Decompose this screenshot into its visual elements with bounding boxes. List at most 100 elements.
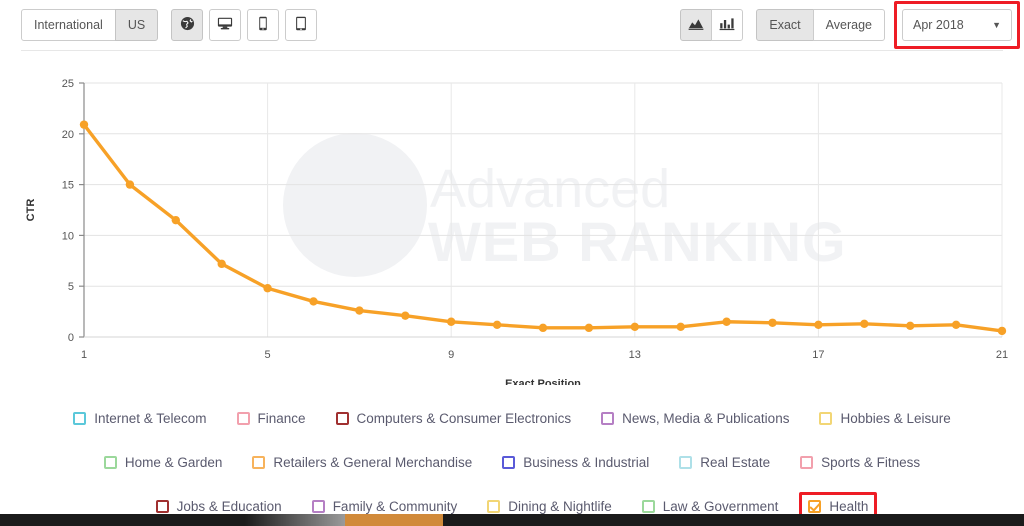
view-area-chart-button[interactable] <box>680 9 713 41</box>
device-all-button[interactable] <box>171 9 204 41</box>
legend-item-home-garden[interactable]: Home & Garden <box>100 452 227 473</box>
mode-button-group: Exact Average <box>756 9 885 41</box>
device-mobile-button[interactable] <box>247 9 280 41</box>
date-select-wrapper: Apr 2018 ▼ <box>894 1 1020 49</box>
legend-item-real-estate[interactable]: Real Estate <box>675 452 774 473</box>
x-axis-tick-label: 21 <box>996 349 1008 361</box>
legend-checkbox[interactable] <box>73 411 87 425</box>
legend-checkbox[interactable] <box>601 411 615 425</box>
legend-item-finance[interactable]: Finance <box>233 408 310 429</box>
chart-data-point[interactable] <box>217 259 226 269</box>
bottom-bar-progress-segment[interactable] <box>345 514 443 526</box>
date-select-value: Apr 2018 <box>913 18 964 32</box>
chart-data-point[interactable] <box>309 297 318 306</box>
legend-checkbox[interactable] <box>311 499 325 513</box>
mobile-icon <box>258 16 268 34</box>
device-button-group <box>171 9 318 41</box>
legend-checkbox[interactable] <box>679 455 693 469</box>
region-international-button[interactable]: International <box>21 9 116 41</box>
legend-item-sports-fitness[interactable]: Sports & Fitness <box>796 452 924 473</box>
tablet-icon <box>295 16 307 34</box>
legend-label: Home & Garden <box>124 454 223 470</box>
ctr-chart: Advanced WEB RANKING 0 5 10 15 20 25 CTR 1 5 9 13 17 2… <box>0 55 1024 385</box>
y-axis-tick-label: 25 <box>62 78 74 90</box>
toolbar-right-group: Exact Average Apr 2018 ▼ <box>680 1 1020 49</box>
date-select[interactable]: Apr 2018 ▼ <box>902 9 1012 41</box>
chart-data-point[interactable] <box>492 320 502 330</box>
chart-data-point[interactable] <box>263 284 272 293</box>
chart-data-point[interactable] <box>814 320 823 330</box>
mode-exact-button[interactable]: Exact <box>756 9 814 41</box>
chevron-down-icon: ▼ <box>992 20 1001 30</box>
region-us-button[interactable]: US <box>114 9 159 41</box>
chart-data-point[interactable] <box>951 320 961 330</box>
legend-checkbox-checked[interactable] <box>808 499 822 513</box>
legend-checkbox[interactable] <box>800 455 814 469</box>
legend-label: Law & Government <box>662 498 779 514</box>
x-axis-tick-label: 13 <box>629 349 641 361</box>
watermark: AdvancedWEB RANKING <box>283 133 847 277</box>
x-axis-tick-label: 17 <box>812 349 824 361</box>
legend-label: Sports & Fitness <box>821 454 921 470</box>
legend-checkbox[interactable] <box>487 499 501 513</box>
device-desktop-button[interactable] <box>209 9 242 41</box>
desktop-icon <box>217 16 233 34</box>
chart-data-point[interactable] <box>768 318 777 327</box>
chart-data-point[interactable] <box>860 319 869 328</box>
legend-checkbox[interactable] <box>236 411 250 425</box>
chart-data-point[interactable] <box>906 321 915 331</box>
globe-icon <box>180 16 195 34</box>
legend-item-retailers-general-merchandise[interactable]: Retailers & General Merchandise <box>248 452 476 473</box>
device-tablet-button[interactable] <box>285 9 318 41</box>
legend-item-news-media-publications[interactable]: News, Media & Publications <box>597 408 793 429</box>
legend-checkbox[interactable] <box>641 499 655 513</box>
chart-data-point[interactable] <box>355 306 364 315</box>
legend-item-business-industrial[interactable]: Business & Industrial <box>498 452 653 473</box>
chart-data-point[interactable] <box>447 317 456 326</box>
region-button-group: International US <box>21 9 159 41</box>
chart-data-point[interactable] <box>676 322 685 332</box>
toolbar-divider <box>21 50 1003 51</box>
legend-row: Internet & Telecom Finance Computers & Con… <box>0 396 1024 440</box>
legend-checkbox[interactable] <box>335 411 349 425</box>
chart-data-point[interactable] <box>171 215 180 225</box>
chart-data-point[interactable] <box>584 323 594 333</box>
view-bar-chart-button[interactable] <box>711 9 744 41</box>
legend-item-hobbies-leisure[interactable]: Hobbies & Leisure <box>815 408 954 429</box>
y-axis: 0 5 10 15 20 25 CTR <box>25 78 84 344</box>
chart-data-point[interactable] <box>125 180 135 189</box>
legend-label: Retailers & General Merchandise <box>273 454 473 470</box>
chart-data-point[interactable] <box>79 120 89 129</box>
bar-chart-icon <box>719 17 735 34</box>
chart-data-point[interactable] <box>538 323 548 333</box>
legend-label: Jobs & Education <box>176 498 282 514</box>
svg-text:WEB RANKING: WEB RANKING <box>428 210 847 273</box>
legend-label: Dining & Nightlife <box>508 498 612 514</box>
legend-item-internet-telecom[interactable]: Internet & Telecom <box>69 408 210 429</box>
y-axis-tick-label: 20 <box>62 129 74 141</box>
legend-label: Finance <box>257 410 306 426</box>
legend-item-computers-consumer-electronics[interactable]: Computers & Consumer Electronics <box>332 408 576 429</box>
chart-legend: Internet & Telecom Finance Computers & Con… <box>0 396 1024 526</box>
y-axis-tick-label: 0 <box>68 332 74 344</box>
y-axis-tick-label: 5 <box>68 281 74 293</box>
legend-label: Internet & Telecom <box>94 410 207 426</box>
chart-data-point[interactable] <box>630 322 639 332</box>
chart-data-point[interactable] <box>722 317 731 326</box>
chart-data-point[interactable] <box>401 311 410 320</box>
legend-label: Health <box>829 498 869 514</box>
x-axis-label: Exact Position <box>505 378 581 385</box>
legend-checkbox[interactable] <box>819 411 833 425</box>
bottom-status-bar <box>0 514 1024 526</box>
legend-label: Family & Community <box>332 498 458 514</box>
chart-data-point[interactable] <box>997 326 1007 336</box>
legend-checkbox[interactable] <box>502 455 516 469</box>
legend-label: Computers & Consumer Electronics <box>356 410 572 426</box>
legend-label: Business & Industrial <box>523 454 650 470</box>
legend-checkbox[interactable] <box>103 455 117 469</box>
x-axis-tick-label: 9 <box>448 349 454 361</box>
mode-average-button[interactable]: Average <box>812 9 885 41</box>
legend-checkbox[interactable] <box>252 455 266 469</box>
legend-checkbox[interactable] <box>155 499 169 513</box>
legend-label: Hobbies & Leisure <box>840 410 951 426</box>
